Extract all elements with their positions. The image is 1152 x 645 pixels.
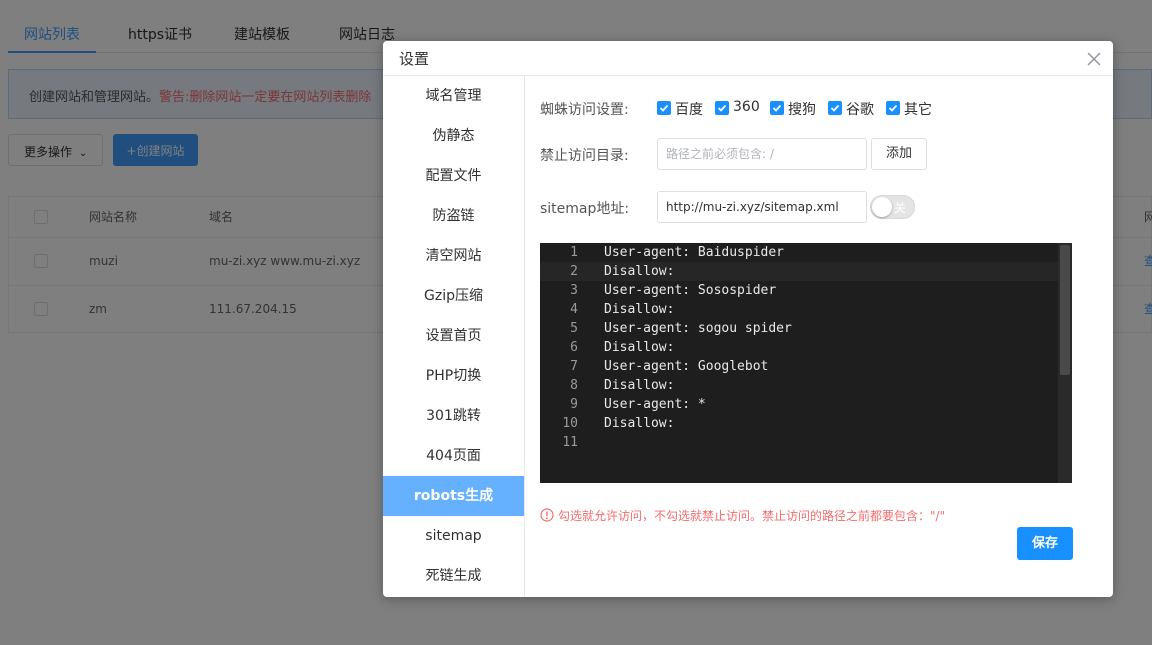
line-number: 8 bbox=[570, 378, 578, 393]
sidebar-item-homepage[interactable]: 设置首页 bbox=[383, 316, 524, 356]
checkbox-checked-icon bbox=[715, 101, 729, 115]
warning-circle-icon bbox=[540, 508, 554, 522]
toggle-label: 关 bbox=[894, 201, 907, 215]
editor-line: 11 bbox=[540, 433, 1058, 452]
line-number: 4 bbox=[570, 302, 578, 317]
line-code: Disallow: bbox=[604, 340, 675, 355]
line-number: 5 bbox=[570, 321, 578, 336]
dialog-title: 设置 bbox=[399, 50, 430, 68]
robots-hint: 勾选就允许访问，不勾选就禁止访问。禁止访问的路径之前都要包含："/" bbox=[540, 507, 945, 524]
sitemap-toggle[interactable]: 关 bbox=[870, 195, 915, 219]
toggle-knob bbox=[872, 197, 892, 217]
settings-dialog: 设置 域名管理 伪静态 配置文件 防盗链 清空网站 Gzip压缩 设置首页 PH… bbox=[383, 41, 1113, 597]
hint-text: 勾选就允许访问，不勾选就禁止访问。禁止访问的路径之前都要包含："/" bbox=[558, 509, 946, 523]
sidebar-item-hotlink[interactable]: 防盗链 bbox=[383, 196, 524, 236]
spider-settings-label: 蜘蛛访问设置: bbox=[540, 102, 629, 118]
checkbox-label: 其它 bbox=[904, 102, 932, 118]
settings-sidebar: 域名管理 伪静态 配置文件 防盗链 清空网站 Gzip压缩 设置首页 PHP切换… bbox=[383, 76, 525, 597]
sidebar-item-rewrite[interactable]: 伪静态 bbox=[383, 116, 524, 156]
sidebar-item-404[interactable]: 404页面 bbox=[383, 436, 524, 476]
editor-line: 6 Disallow: bbox=[540, 338, 1058, 357]
line-code: Disallow: bbox=[604, 416, 675, 431]
checkbox-label: 搜狗 bbox=[788, 102, 816, 118]
editor-line: 1 User-agent: Baiduspider bbox=[540, 243, 1058, 262]
editor-line: 3 User-agent: Sosospider bbox=[540, 281, 1058, 300]
line-number: 3 bbox=[570, 283, 578, 298]
sidebar-item-php[interactable]: PHP切换 bbox=[383, 356, 524, 396]
sidebar-item-domain[interactable]: 域名管理 bbox=[383, 76, 524, 116]
line-code: Disallow: bbox=[604, 264, 675, 279]
sidebar-item-robots[interactable]: robots生成 bbox=[383, 476, 524, 516]
line-code: User-agent: Sosospider bbox=[604, 283, 777, 298]
line-code: Disallow: bbox=[604, 378, 675, 393]
checkbox-label: 360 bbox=[733, 99, 760, 115]
line-code: User-agent: sogou spider bbox=[604, 321, 792, 336]
add-dir-button[interactable]: 添加 bbox=[871, 138, 927, 170]
checkbox-label: 谷歌 bbox=[846, 102, 874, 118]
line-code: User-agent: * bbox=[604, 397, 706, 412]
editor-line: 7 User-agent: Googlebot bbox=[540, 357, 1058, 376]
dialog-header: 设置 bbox=[383, 41, 1113, 76]
sitemap-url-input[interactable] bbox=[657, 191, 867, 223]
line-number: 10 bbox=[562, 416, 578, 431]
line-number: 2 bbox=[570, 264, 578, 279]
line-number: 6 bbox=[570, 340, 578, 355]
checkbox-label: 百度 bbox=[675, 102, 703, 118]
sidebar-item-301[interactable]: 301跳转 bbox=[383, 396, 524, 436]
editor-line: 5 User-agent: sogou spider bbox=[540, 319, 1058, 338]
line-number: 11 bbox=[562, 435, 578, 450]
checkbox-checked-icon bbox=[828, 101, 842, 115]
editor-line: 2 Disallow: bbox=[540, 262, 1058, 281]
forbid-dir-input[interactable] bbox=[657, 138, 867, 170]
sidebar-item-gzip[interactable]: Gzip压缩 bbox=[383, 276, 524, 316]
line-code: User-agent: Baiduspider bbox=[604, 245, 785, 260]
close-icon[interactable] bbox=[1085, 50, 1103, 68]
save-button[interactable]: 保存 bbox=[1017, 527, 1073, 560]
robots-code-editor[interactable]: 1 User-agent: Baiduspider 2 Disallow: 3 Use… bbox=[540, 243, 1072, 483]
sitemap-url-label: sitemap地址: bbox=[540, 201, 630, 217]
sidebar-item-sitemap[interactable]: sitemap bbox=[383, 516, 524, 556]
line-code: Disallow: bbox=[604, 302, 675, 317]
editor-line: 10 Disallow: bbox=[540, 414, 1058, 433]
editor-line: 9 User-agent: * bbox=[540, 395, 1058, 414]
sidebar-item-clear-site[interactable]: 清空网站 bbox=[383, 236, 524, 276]
checkbox-checked-icon bbox=[657, 101, 671, 115]
line-number: 1 bbox=[570, 245, 578, 260]
sidebar-item-dead-links[interactable]: 死链生成 bbox=[383, 556, 524, 596]
line-number: 9 bbox=[570, 397, 578, 412]
line-number: 7 bbox=[570, 359, 578, 374]
checkbox-checked-icon bbox=[770, 101, 784, 115]
editor-scrollbar[interactable] bbox=[1058, 243, 1072, 483]
forbid-dir-label: 禁止访问目录: bbox=[540, 148, 629, 164]
sidebar-item-config[interactable]: 配置文件 bbox=[383, 156, 524, 196]
editor-line: 8 Disallow: bbox=[540, 376, 1058, 395]
line-code: User-agent: Googlebot bbox=[604, 359, 769, 374]
checkbox-checked-icon bbox=[886, 101, 900, 115]
editor-line: 4 Disallow: bbox=[540, 300, 1058, 319]
scrollbar-thumb[interactable] bbox=[1060, 245, 1070, 375]
